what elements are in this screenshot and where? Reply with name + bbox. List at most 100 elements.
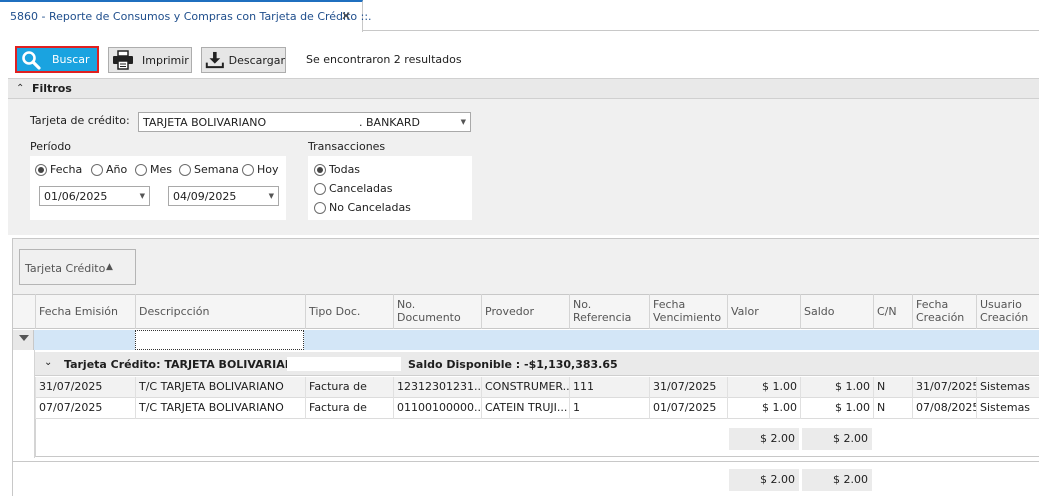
tarjeta-value-part1: TARJETA BOLIVARIANO ˆ <box>143 116 276 129</box>
col-label-2: Referencia <box>573 311 632 324</box>
radio-canceladas[interactable]: Canceladas <box>314 182 392 195</box>
col-label-2: Vencimiento <box>653 311 722 324</box>
cell-cn: N <box>873 398 912 419</box>
col-usuario-creacion[interactable]: Usuario Creación <box>976 294 1039 329</box>
radio-dot <box>314 201 326 214</box>
cell-fecha-emision: 31/07/2025 <box>35 377 135 398</box>
radio-semana[interactable]: Semana <box>179 163 239 176</box>
radio-fecha[interactable]: Fecha <box>35 163 82 176</box>
download-icon <box>205 51 224 69</box>
cell-no-referencia: 1 <box>569 398 649 419</box>
descargar-button[interactable]: Descargar <box>201 47 286 73</box>
col-label-2: Documento <box>397 311 461 324</box>
cell-saldo: $ 1.00 <box>800 398 873 419</box>
table-row[interactable]: 31/07/2025 T/C TARJETA BOLIVARIANO Factu… <box>35 377 1039 398</box>
filter-icon <box>19 335 29 341</box>
col-provedor[interactable]: Provedor <box>481 294 569 329</box>
col-tipo-doc[interactable]: Tipo Doc. <box>305 294 393 329</box>
group-chip-label: Tarjeta Crédito <box>25 262 106 275</box>
group-sum-saldo: $ 2.00 <box>802 428 872 450</box>
chevron-down-icon[interactable]: ▼ <box>461 118 466 126</box>
cell-fecha-creacion: 07/08/2025 <box>912 398 976 419</box>
search-icon <box>22 50 41 70</box>
radio-label: No Canceladas <box>329 201 411 214</box>
total-saldo: $ 2.00 <box>802 469 872 491</box>
radio-hoy[interactable]: Hoy <box>242 163 279 176</box>
group-summary-row <box>35 419 1039 457</box>
cell-no-documento: 01100100000... <box>393 398 481 419</box>
cell-usuario-creacion: Sistemas <box>976 398 1039 419</box>
col-fecha-vencimiento[interactable]: Fecha Vencimiento <box>649 294 727 329</box>
cell-descripcion: T/C TARJETA BOLIVARIANO <box>135 377 305 398</box>
col-fecha-emision[interactable]: Fecha Emisión <box>35 294 135 329</box>
redacted-area <box>269 115 359 129</box>
cell-no-documento: 12312301231... <box>393 377 481 398</box>
group-chip-tarjeta-credito[interactable]: Tarjeta Crédito ▲ <box>19 249 136 285</box>
radio-no-canceladas[interactable]: No Canceladas <box>314 201 411 214</box>
col-fecha-creacion[interactable]: Fecha Creación <box>912 294 976 329</box>
col-no-documento[interactable]: No. Documento <box>393 294 481 329</box>
col-valor[interactable]: Valor <box>727 294 800 329</box>
filters-header[interactable]: ⌃ Filtros <box>8 78 1039 99</box>
filter-cell-descripcion[interactable] <box>135 330 304 350</box>
cell-fecha-emision: 07/07/2025 <box>35 398 135 419</box>
radio-mes[interactable]: Mes <box>135 163 172 176</box>
col-label: Fecha Emisión <box>39 305 118 318</box>
radio-dot <box>91 163 103 176</box>
periodo-label: Período <box>30 140 72 153</box>
imprimir-button[interactable]: Imprimir <box>108 47 192 73</box>
sort-asc-icon: ▲ <box>106 262 113 272</box>
buscar-button[interactable]: Buscar <box>15 46 99 73</box>
tarjeta-label: Tarjeta de crédito: <box>30 114 130 127</box>
chevron-up-icon[interactable]: ⌃ <box>16 83 24 94</box>
col-label: Usuario <box>980 298 1022 311</box>
group-sum-valor: $ 2.00 <box>729 428 799 450</box>
tarjeta-combo[interactable]: TARJETA BOLIVARIANO ˆ . BANKARD ▼ <box>138 112 471 132</box>
group-row-tarjeta[interactable]: ⌄ Tarjeta Crédito: TARJETA BOLIVARIANO S… <box>35 352 1039 376</box>
col-cn[interactable]: C/N <box>873 294 912 329</box>
col-label: Saldo <box>804 305 835 318</box>
cell-tipo-doc: Factura de <box>305 398 393 419</box>
col-label: Fecha <box>916 298 949 311</box>
fecha-desde-picker[interactable]: 01/06/2025 ▼ <box>39 186 150 206</box>
cell-usuario-creacion: Sistemas <box>976 377 1039 398</box>
cell-saldo: $ 1.00 <box>800 377 873 398</box>
radio-dot <box>242 163 254 176</box>
transacciones-label: Transacciones <box>308 140 386 153</box>
printer-icon <box>113 50 133 70</box>
col-label: Valor <box>731 305 759 318</box>
fecha-desde-value: 01/06/2025 <box>44 190 108 203</box>
table-row[interactable]: 07/07/2025 T/C TARJETA BOLIVARIANO Factu… <box>35 398 1039 419</box>
col-label: Descripcción <box>139 305 210 318</box>
radio-label: Año <box>106 163 128 176</box>
radio-label: Todas <box>329 163 361 176</box>
close-icon[interactable]: ✕ <box>341 9 351 23</box>
chevron-down-icon[interactable]: ⌄ <box>44 357 52 368</box>
col-no-referencia[interactable]: No. Referencia <box>569 294 649 329</box>
fecha-hasta-picker[interactable]: 04/09/2025 ▼ <box>168 186 279 206</box>
radio-todas[interactable]: Todas <box>314 163 360 176</box>
cell-cn: N <box>873 377 912 398</box>
col-saldo[interactable]: Saldo <box>800 294 873 329</box>
radio-anio[interactable]: Año <box>91 163 127 176</box>
buscar-label: Buscar <box>52 53 90 66</box>
descargar-label: Descargar <box>228 53 285 67</box>
grid-footer-totals <box>13 461 1039 496</box>
cell-valor: $ 1.00 <box>727 398 800 419</box>
group-title: Tarjeta Crédito: TARJETA BOLIVARIANO <box>64 358 304 371</box>
cell-descripcion: T/C TARJETA BOLIVARIANO <box>135 398 305 419</box>
cell-fecha-vencimiento: 31/07/2025 <box>649 377 727 398</box>
chevron-down-icon[interactable]: ▼ <box>269 192 274 200</box>
radio-label: Canceladas <box>329 182 393 195</box>
document-tab[interactable]: 5860 - Reporte de Consumos y Compras con… <box>0 0 372 32</box>
chevron-down-icon[interactable]: ▼ <box>140 192 145 200</box>
radio-label: Hoy <box>257 163 279 176</box>
col-label-2: Creación <box>916 311 965 324</box>
group-panel <box>13 239 1039 294</box>
radio-dot <box>314 182 326 195</box>
results-count: Se encontraron 2 resultados <box>306 53 462 66</box>
col-label: C/N <box>877 305 897 318</box>
col-label: No. <box>397 298 416 311</box>
col-label: Tipo Doc. <box>309 305 361 318</box>
col-descripcion[interactable]: Descripcción <box>135 294 305 329</box>
